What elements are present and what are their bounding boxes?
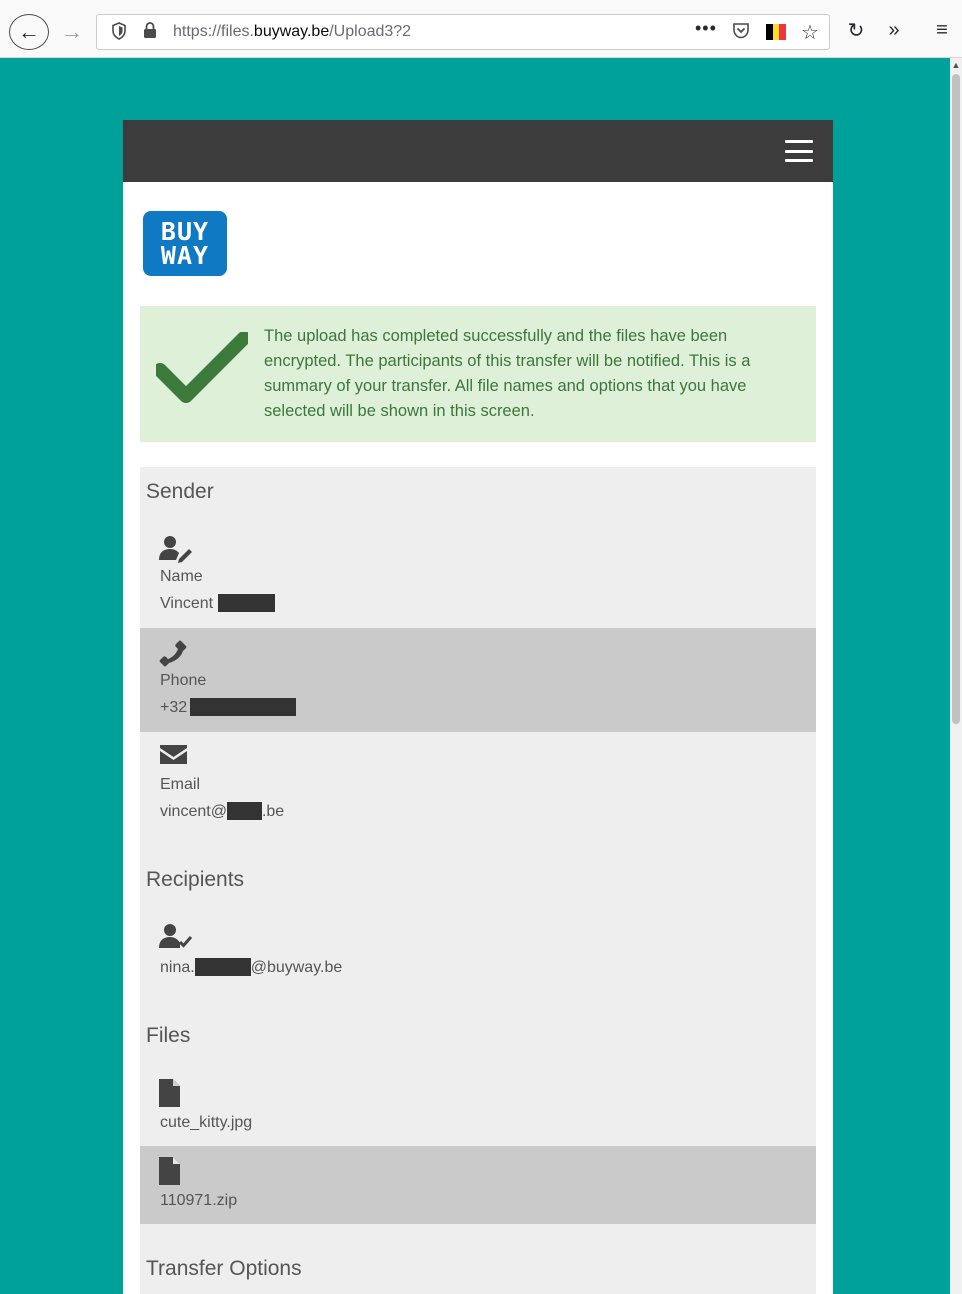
email-label: Email — [160, 776, 201, 793]
phone-value: +32 — [160, 698, 297, 717]
email-suffix: .be — [261, 803, 285, 820]
hamburger-bar — [785, 149, 813, 153]
back-arrow-icon[interactable]: ← — [9, 14, 49, 50]
recipient-email-prefix: nina. — [160, 959, 195, 976]
redaction-bar — [217, 594, 275, 612]
browser-menu-icon[interactable]: ≡ — [928, 16, 956, 44]
sender-email-row: Email vincent@ .be — [140, 732, 816, 836]
transfer-summary: Sender Name Vincent Phone +32 Email vinc… — [140, 467, 816, 1294]
name-label: Name — [160, 568, 203, 585]
success-alert: The upload has completed successfully an… — [140, 306, 816, 442]
url-prefix: https://files. — [173, 23, 254, 40]
flag-stripe-yellow — [772, 24, 780, 40]
file-icon — [159, 1079, 180, 1107]
recipient-email-suffix: @buyway.be — [250, 959, 343, 976]
recipient-email: nina. @buyway.be — [160, 958, 342, 977]
scroll-thumb[interactable] — [952, 74, 960, 724]
url-host: buyway.be — [253, 23, 330, 40]
belgium-flag-icon[interactable] — [766, 24, 787, 40]
logo-line-1: BUY — [160, 216, 210, 246]
tracking-shield-icon[interactable] — [111, 22, 127, 45]
checkmark-icon — [156, 332, 248, 403]
forward-arrow-icon[interactable]: → — [58, 18, 86, 46]
file-name: cute_kitty.jpg — [160, 1114, 253, 1131]
logo-line-2: WAY — [160, 240, 210, 270]
envelope-icon — [160, 745, 187, 764]
page-card: BUY WAY The upload has completed success… — [123, 120, 833, 1294]
pocket-icon[interactable] — [731, 21, 751, 41]
sender-heading: Sender — [146, 480, 214, 503]
url-path: /Upload3?2 — [329, 23, 412, 40]
flag-stripe-black — [766, 24, 773, 40]
name-text: Vincent — [160, 595, 214, 612]
success-message: The upload has completed successfully an… — [264, 327, 751, 420]
hamburger-bar — [785, 159, 813, 162]
email-value: vincent@ .be — [160, 802, 284, 821]
redaction-bar — [226, 802, 262, 820]
user-edit-icon — [159, 536, 192, 563]
reload-icon[interactable]: ↻ — [842, 16, 870, 44]
lock-icon[interactable] — [143, 22, 157, 43]
file-row: cute_kitty.jpg — [140, 1068, 816, 1146]
recipient-row: nina. @buyway.be — [140, 912, 816, 992]
buyway-logo[interactable]: BUY WAY — [143, 211, 227, 276]
redaction-bar — [194, 958, 251, 976]
hamburger-bar — [785, 140, 813, 143]
phone-label: Phone — [160, 672, 207, 689]
sender-phone-row: Phone +32 — [140, 628, 816, 732]
redaction-bar — [190, 698, 297, 716]
page-actions-icon[interactable]: ••• — [695, 18, 717, 39]
phone-text: +32 — [160, 699, 188, 716]
bookmark-star-icon[interactable]: ☆ — [801, 20, 819, 45]
transfer-options-heading: Transfer Options — [146, 1257, 302, 1280]
file-name: 110971.zip — [160, 1192, 238, 1209]
files-heading: Files — [146, 1024, 191, 1047]
email-prefix: vincent@ — [160, 803, 227, 820]
flag-stripe-red — [779, 24, 787, 40]
phone-icon — [159, 640, 187, 667]
sender-name-row: Name Vincent — [140, 524, 816, 628]
scroll-up-arrow-icon[interactable]: ▲ — [950, 58, 962, 72]
browser-toolbar: ← → https://files.buyway.be/Upload3?2 ••… — [0, 0, 962, 58]
url-text[interactable]: https://files.buyway.be/Upload3?2 — [173, 23, 411, 41]
user-check-icon — [159, 924, 193, 948]
name-value: Vincent — [160, 594, 275, 613]
file-row: 110971.zip — [140, 1146, 816, 1224]
page-scrollbar[interactable]: ▲ — [950, 58, 962, 1294]
address-bar[interactable]: https://files.buyway.be/Upload3?2 ••• ☆ — [96, 14, 830, 50]
recipients-heading: Recipients — [146, 868, 245, 891]
site-navbar — [123, 120, 833, 182]
overflow-chevron-icon[interactable]: » — [880, 16, 908, 44]
hamburger-icon[interactable] — [785, 140, 813, 162]
file-icon — [159, 1157, 180, 1185]
